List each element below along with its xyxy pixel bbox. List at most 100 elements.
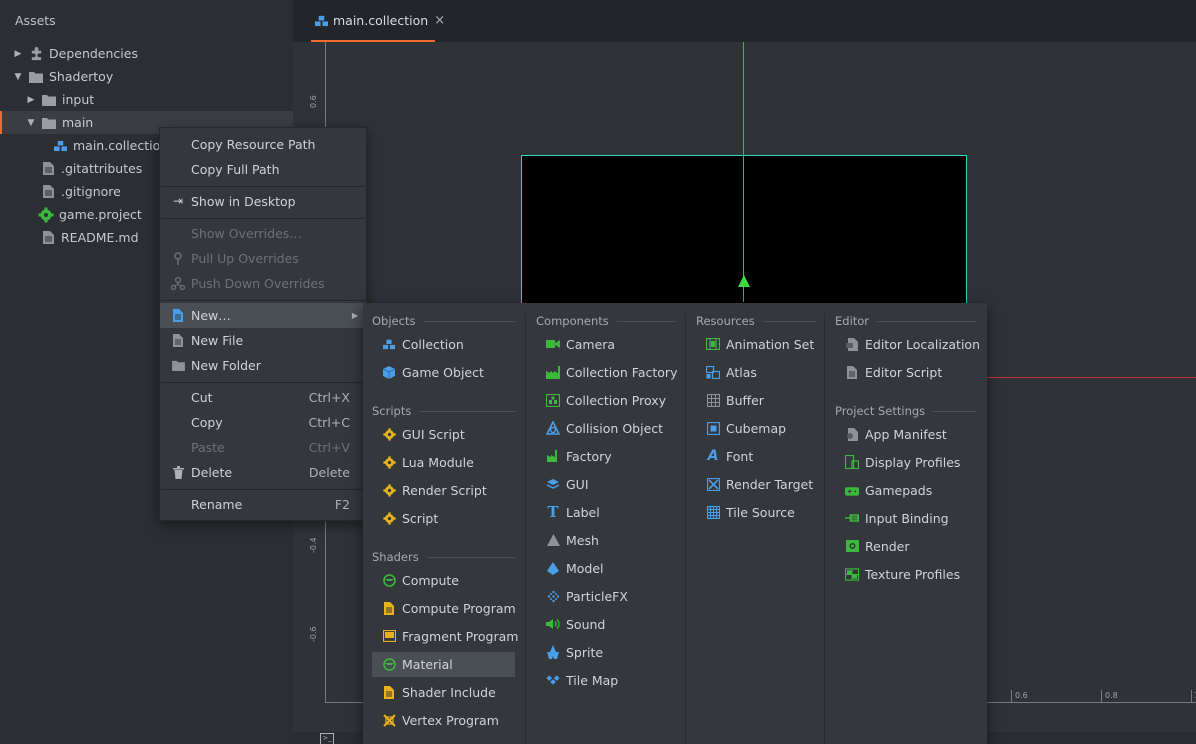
script-gear-icon [382, 483, 396, 497]
tree-item-label: game.project [59, 207, 142, 222]
new-item-game-object[interactable]: Game Object [372, 360, 515, 385]
new-item-label: Tile Map [566, 673, 619, 688]
new-item-app-manifest[interactable]: App Manifest [835, 422, 977, 447]
tab-main-collection[interactable]: main.collection × [311, 0, 445, 42]
new-item-gamepads[interactable]: Gamepads [835, 478, 977, 503]
menu-item-copy-resource-path[interactable]: Copy Resource Path [160, 132, 366, 157]
new-item-cubemap[interactable]: Cubemap [696, 416, 816, 441]
new-item-editor-localization[interactable]: Editor Localization [835, 332, 980, 357]
new-item-label: Font [726, 449, 754, 464]
expand-triangle-icon[interactable]: ▶ [25, 95, 37, 105]
y-axis-line [743, 42, 744, 302]
new-item-label: Sound [566, 617, 606, 632]
group-divider [419, 410, 515, 412]
new-item-label: Script [402, 511, 439, 526]
new-item-label: Vertex Program [402, 713, 499, 728]
close-icon[interactable]: × [434, 13, 445, 28]
new-item-tile-map[interactable]: Tile Map [536, 668, 676, 693]
tree-item-dependencies[interactable]: ▶ Dependencies [0, 42, 293, 65]
collection-icon [52, 138, 68, 154]
shortcut-label: F2 [334, 497, 350, 512]
x-axis-line [967, 377, 1196, 378]
new-item-collection-factory[interactable]: Collection Factory [536, 360, 678, 385]
new-item-vertex-program[interactable]: Vertex Program [372, 708, 515, 733]
tab-label: main.collection [333, 12, 429, 28]
menu-item-delete[interactable]: Delete Delete [160, 460, 366, 485]
new-item-camera[interactable]: Camera [536, 332, 676, 357]
new-item-particlefx[interactable]: ParticleFX [536, 584, 676, 609]
menu-item-new-folder[interactable]: New Folder [160, 353, 366, 378]
new-item-buffer[interactable]: Buffer [696, 388, 816, 413]
menu-item-rename[interactable]: Rename F2 [160, 492, 366, 517]
new-item-script[interactable]: Script [372, 506, 515, 531]
new-item-gui[interactable]: GUI [536, 472, 676, 497]
menu-item-new[interactable]: New… ▶ [160, 303, 366, 328]
group-divider [423, 320, 515, 322]
x-tick [1191, 690, 1192, 702]
new-item-gui-script[interactable]: GUI Script [372, 422, 515, 447]
new-item-compute-program[interactable]: Compute Program [372, 596, 516, 621]
tree-item-shadertoy[interactable]: ▼ Shadertoy [0, 65, 293, 88]
new-item-font[interactable]: A Font [696, 444, 816, 469]
menu-item-show-in-desktop[interactable]: ⇥ Show in Desktop [160, 189, 366, 214]
move-gizmo-arrow-icon[interactable] [738, 275, 750, 287]
menu-divider [161, 382, 365, 383]
new-item-sound[interactable]: Sound [536, 612, 676, 637]
new-item-shader-include[interactable]: Shader Include [372, 680, 515, 705]
new-item-material[interactable]: Material [372, 652, 515, 677]
new-item-texture-profiles[interactable]: Texture Profiles [835, 562, 977, 587]
new-item-model[interactable]: Model [536, 556, 676, 581]
menu-item-label: New File [191, 333, 244, 348]
submenu-column-resources: Resources Animation Set Atlas Buffer Cub… [686, 303, 824, 744]
new-item-render-target[interactable]: Render Target [696, 472, 816, 497]
menu-divider [161, 186, 365, 187]
new-item-render-script[interactable]: Render Script [372, 478, 515, 503]
new-item-compute[interactable]: Compute [372, 568, 515, 593]
new-item-label: Camera [566, 337, 616, 352]
new-item-label: Collection Factory [566, 365, 678, 380]
menu-item-cut[interactable]: Cut Ctrl+X [160, 385, 366, 410]
new-item-fragment-program[interactable]: Fragment Program [372, 624, 518, 649]
new-item-display-profiles[interactable]: Display Profiles [835, 450, 977, 475]
collapse-triangle-icon[interactable]: ▼ [12, 72, 24, 82]
menu-item-label: Delete [191, 465, 233, 480]
new-item-label: Gamepads [865, 483, 933, 498]
menu-item-new-file[interactable]: New File [160, 328, 366, 353]
group-heading-label: Editor [835, 314, 870, 328]
collapse-triangle-icon[interactable]: ▼ [25, 118, 37, 128]
new-item-editor-script[interactable]: Editor Script [835, 360, 977, 385]
new-item-label: Shader Include [402, 685, 496, 700]
group-heading-project-settings: Project Settings [835, 404, 977, 418]
new-item-label: Lua Module [402, 455, 474, 470]
new-item-label: Compute [402, 573, 460, 588]
new-item-mesh[interactable]: Mesh [536, 528, 676, 553]
new-item-animation-set[interactable]: Animation Set [696, 332, 816, 357]
file-icon [40, 230, 56, 246]
new-item-atlas[interactable]: Atlas [696, 360, 816, 385]
new-item-lua-module[interactable]: Lua Module [372, 450, 515, 475]
new-item-label[interactable]: T Label [536, 500, 676, 525]
new-item-factory[interactable]: Factory [536, 444, 676, 469]
render-target-icon [706, 477, 720, 491]
tree-item-input[interactable]: ▶ input [0, 88, 293, 111]
new-item-tile-source[interactable]: Tile Source [696, 500, 816, 525]
menu-item-copy-full-path[interactable]: Copy Full Path [160, 157, 366, 182]
new-item-label: Label [566, 505, 600, 520]
menu-item-label: New Folder [191, 358, 261, 373]
menu-item-label: Pull Up Overrides [191, 251, 299, 266]
x-tick [1011, 690, 1012, 702]
new-item-collection[interactable]: Collection [372, 332, 515, 357]
file-icon [40, 184, 56, 200]
new-item-collision-object[interactable]: Collision Object [536, 416, 676, 441]
collection-factory-icon [546, 365, 560, 379]
new-item-sprite[interactable]: Sprite [536, 640, 676, 665]
new-item-label: Mesh [566, 533, 599, 548]
group-heading-label: Components [536, 314, 609, 328]
new-item-collection-proxy[interactable]: Collection Proxy [536, 388, 676, 413]
menu-item-copy[interactable]: Copy Ctrl+C [160, 410, 366, 435]
new-item-render[interactable]: Render [835, 534, 977, 559]
x-tick-label: 0.8 [1105, 691, 1118, 700]
new-item-input-binding[interactable]: Input Binding [835, 506, 977, 531]
expand-triangle-icon[interactable]: ▶ [12, 49, 24, 59]
new-item-label: Factory [566, 449, 612, 464]
